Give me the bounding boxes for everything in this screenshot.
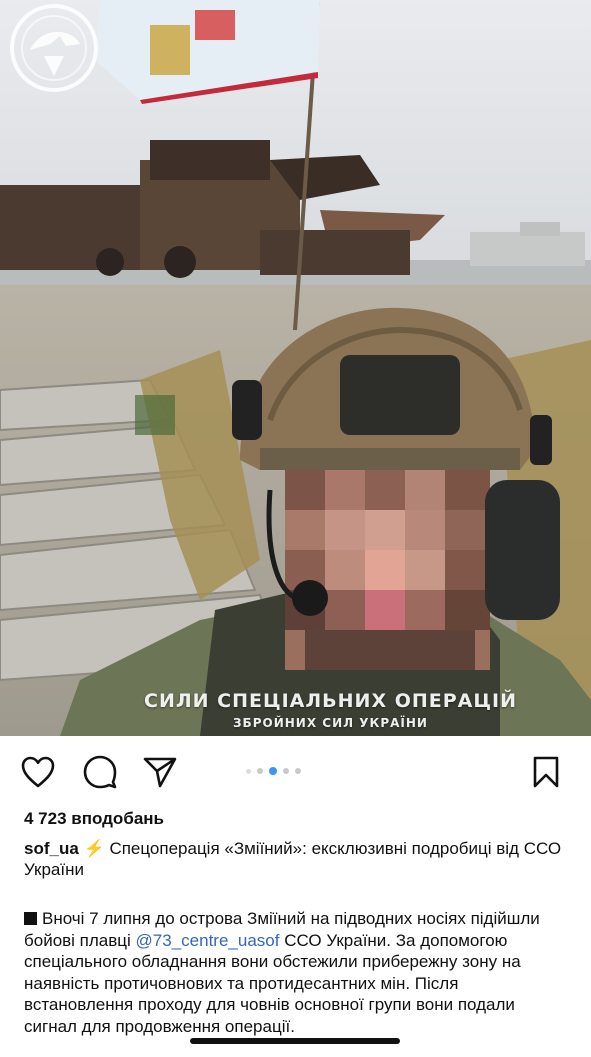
- post-caption: sof_ua ⚡ Спецоперація «Зміїний»: ексклюз…: [24, 838, 564, 880]
- post-action-bar: [0, 740, 591, 802]
- carousel-dot: [246, 768, 251, 774]
- carousel-indicator: [246, 767, 301, 775]
- username-link[interactable]: sof_ua: [24, 839, 79, 858]
- bookmark-icon[interactable]: [530, 755, 562, 789]
- post-body: Вночі 7 липня до острова Зміїний на підв…: [24, 908, 569, 1037]
- mention-link[interactable]: @73_centre_uasof: [136, 931, 280, 950]
- heart-icon[interactable]: [20, 755, 56, 789]
- carousel-dot: [295, 768, 301, 774]
- lightning-icon: ⚡: [83, 839, 105, 858]
- carousel-dot-active: [269, 767, 277, 775]
- carousel-dot: [257, 768, 263, 774]
- post-photo[interactable]: СИЛИ СПЕЦІАЛЬНИХ ОПЕРАЦІЙ ЗБРОЙНИХ СИЛ У…: [0, 0, 591, 736]
- carousel-dot: [283, 768, 289, 774]
- sso-emblem-icon: [10, 4, 98, 92]
- photo-caption-title: СИЛИ СПЕЦІАЛЬНИХ ОПЕРАЦІЙ: [144, 690, 517, 712]
- likes-count[interactable]: 4 723 вподобань: [24, 809, 164, 829]
- black-square-icon: [24, 912, 37, 925]
- comment-icon[interactable]: [82, 755, 118, 789]
- photo-caption-subtitle: ЗБРОЙНИХ СИЛ УКРАЇНИ: [233, 716, 428, 730]
- send-icon[interactable]: [142, 755, 178, 789]
- photo-scene: [0, 0, 591, 736]
- home-indicator[interactable]: [190, 1038, 400, 1044]
- caption-title: Спецоперація «Зміїний»: ексклюзивні подр…: [24, 839, 562, 879]
